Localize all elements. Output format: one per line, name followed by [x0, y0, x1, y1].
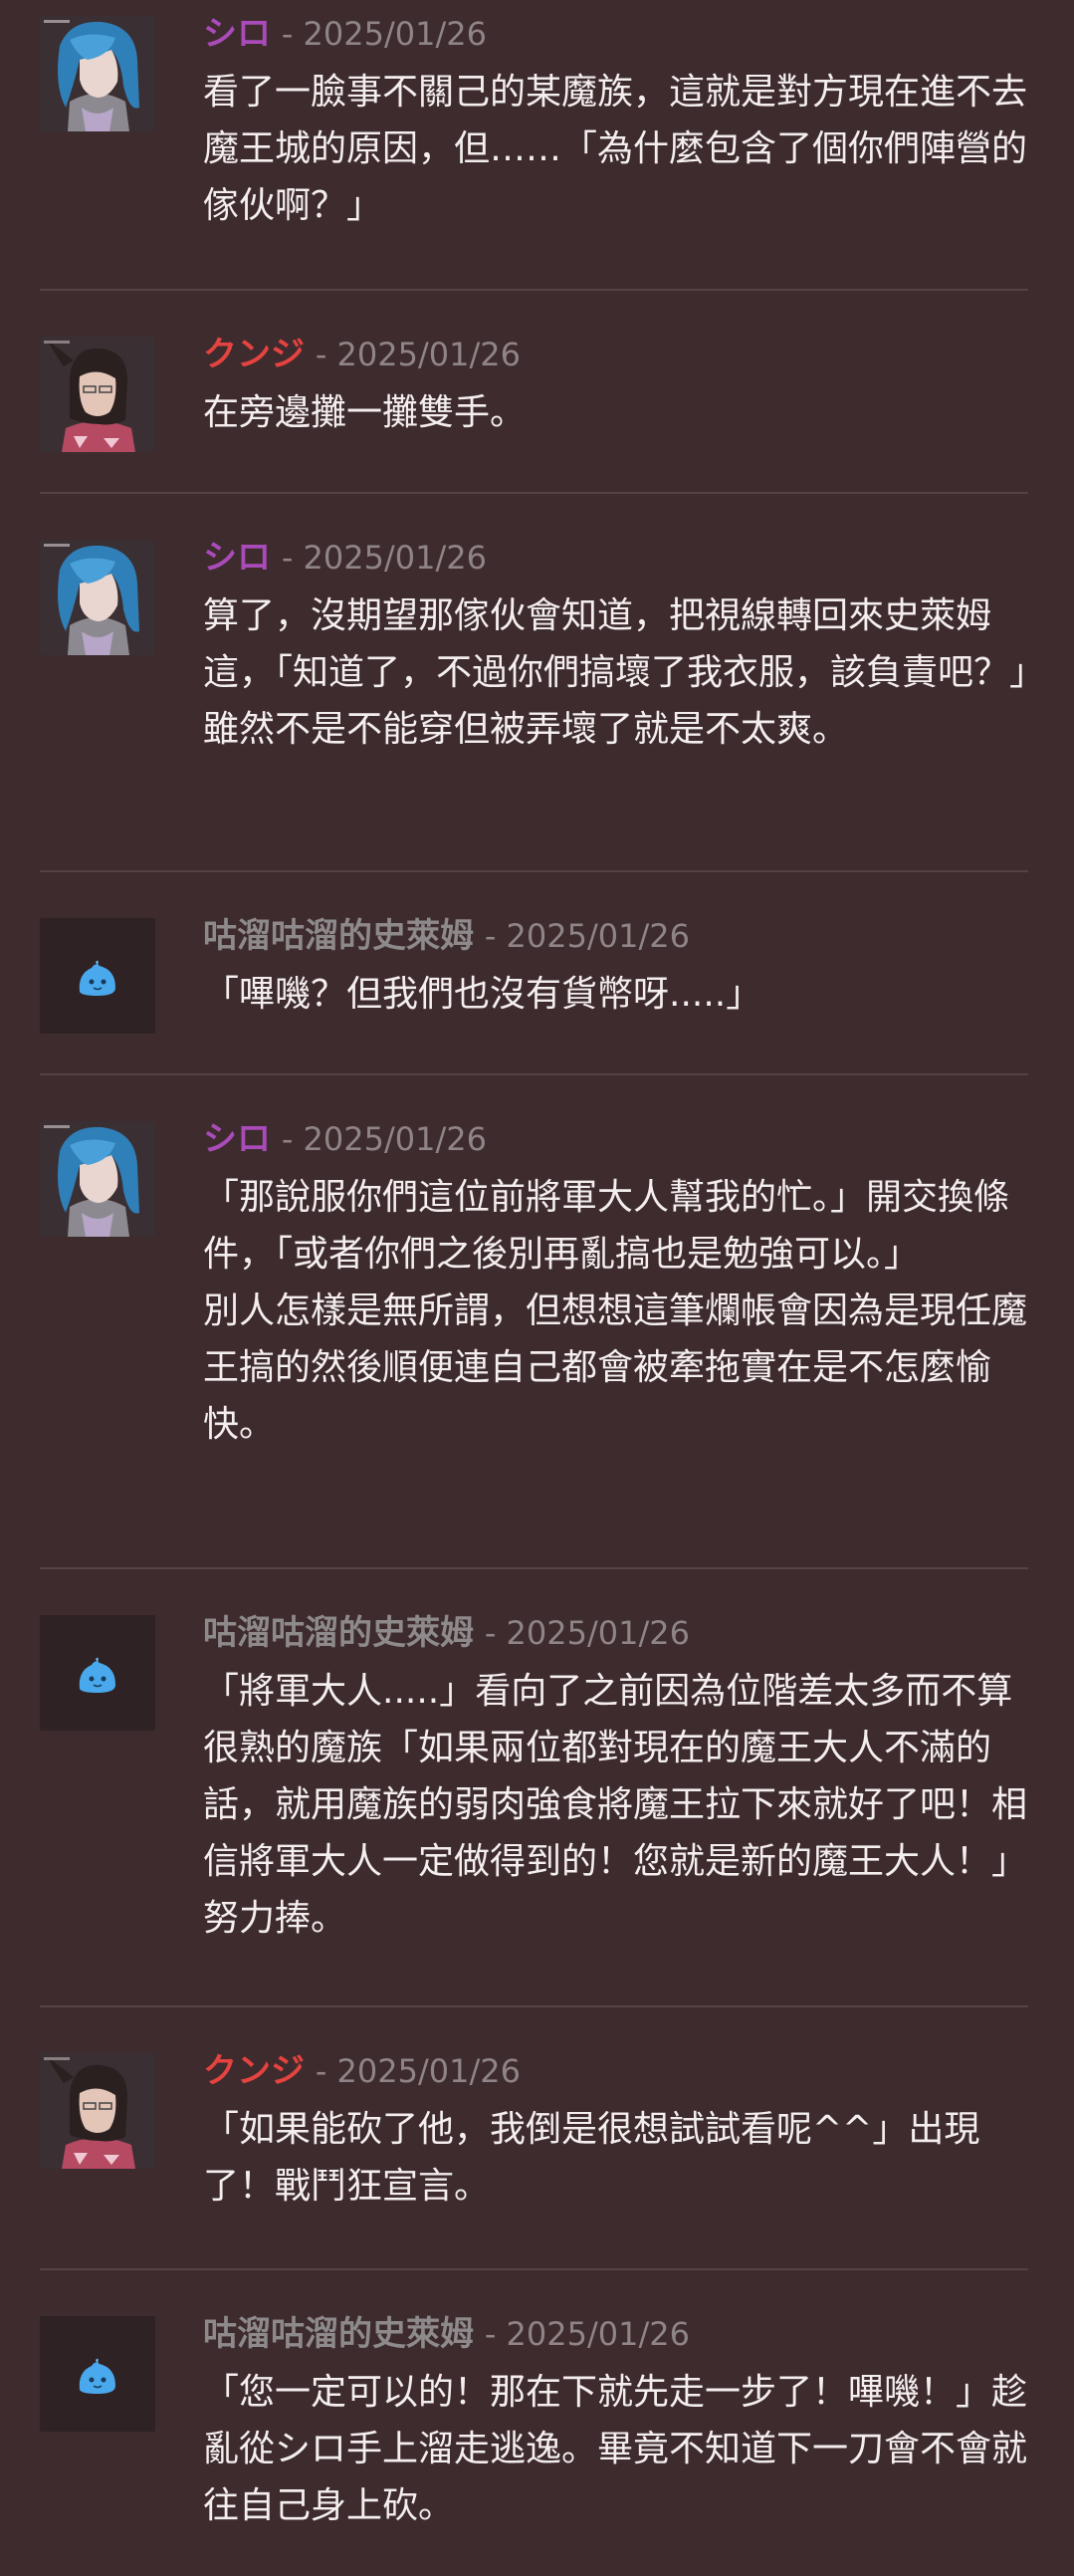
post-body: クンジ - 2025/01/26 在旁邊攤一攤雙手。	[203, 335, 1028, 441]
post-text: 「將軍大人.....」看向了之前因為位階差太多而不算很熟的魔族「如果兩位都對現在…	[203, 1663, 1028, 1947]
post-text: 看了一臉事不關己的某魔族，這就是對方現在進不去魔王城的原因，但……「為什麼包含了…	[203, 64, 1028, 234]
post-body: クンジ - 2025/01/26 「如果能砍了他，我倒是很想試試看呢^^」出現了…	[203, 2051, 1028, 2215]
slime-avatar-icon	[40, 1615, 155, 1731]
post-paragraph: 在旁邊攤一攤雙手。	[203, 392, 527, 433]
post-date: - 2025/01/26	[281, 1120, 487, 1158]
avatar[interactable]	[40, 16, 155, 131]
post-date: - 2025/01/26	[281, 15, 487, 53]
post-date: - 2025/01/26	[281, 539, 487, 577]
post: 咕溜咕溜的史萊姆 - 2025/01/26 「您一定可以的！那在下就先走一步了！…	[40, 2270, 1028, 2576]
post: シロ - 2025/01/26 算了，沒期望那傢伙會知道，把視線轉回來史萊姆這，…	[40, 494, 1046, 872]
post-date: - 2025/01/26	[484, 2315, 690, 2353]
post-body: シロ - 2025/01/26 算了，沒期望那傢伙會知道，把視線轉回來史萊姆這，…	[203, 538, 1046, 758]
post-date: - 2025/01/26	[484, 1614, 690, 1652]
post-meta: シロ - 2025/01/26	[203, 1119, 1028, 1159]
post-text: 「嗶嘰？但我們也沒有貨幣呀.....」	[203, 966, 1028, 1023]
author-name[interactable]: シロ	[203, 538, 271, 578]
avatar[interactable]	[40, 540, 155, 655]
post-text: 「您一定可以的！那在下就先走一步了！嗶嘰！」趁亂從シロ手上溜走逃逸。畢竟不知道下…	[203, 2364, 1028, 2534]
author-name[interactable]: シロ	[203, 1119, 271, 1159]
avatar[interactable]	[40, 1615, 155, 1731]
post-paragraph: 「那說服你們這位前將軍大人幫我的忙。」開交換條件，「或者你們之後別再亂搞也是勉強…	[203, 1177, 1010, 1275]
post-paragraph: 別人怎樣是無所謂，但想想這筆爛帳會因為是現任魔王搞的然後順便連自己都會被牽拖實在…	[203, 1290, 1028, 1445]
avatar[interactable]	[40, 918, 155, 1034]
post-body: 咕溜咕溜的史萊姆 - 2025/01/26 「嗶嘰？但我們也沒有貨幣呀.....…	[203, 916, 1028, 1023]
post-meta: シロ - 2025/01/26	[203, 14, 1028, 54]
post-paragraph: 雖然不是不能穿但被弄壞了就是不太爽。	[203, 709, 849, 750]
avatar[interactable]	[40, 337, 155, 452]
post-body: シロ - 2025/01/26 「那說服你們這位前將軍大人幫我的忙。」開交換條件…	[203, 1119, 1028, 1453]
avatar[interactable]	[40, 1121, 155, 1237]
post-paragraph: 算了，沒期望那傢伙會知道，把視線轉回來史萊姆這，「知道了，不過你們搞壞了我衣服，…	[203, 595, 1046, 693]
post: クンジ - 2025/01/26 在旁邊攤一攤雙手。	[40, 291, 1028, 494]
post-body: シロ - 2025/01/26 看了一臉事不關己的某魔族，這就是對方現在進不去魔…	[203, 14, 1028, 234]
post-text: 「那說服你們這位前將軍大人幫我的忙。」開交換條件，「或者你們之後別再亂搞也是勉強…	[203, 1169, 1028, 1453]
post-meta: クンジ - 2025/01/26	[203, 2051, 1028, 2091]
post-paragraph: 「嗶嘰？但我們也沒有貨幣呀.....」	[203, 974, 762, 1015]
post-date: - 2025/01/26	[484, 917, 690, 955]
blue-haired-character-avatar-icon	[40, 16, 155, 131]
author-name[interactable]: クンジ	[203, 335, 305, 374]
post-meta: 咕溜咕溜的史萊姆 - 2025/01/26	[203, 2314, 1028, 2354]
horned-character-avatar-icon	[40, 337, 155, 452]
post: 咕溜咕溜的史萊姆 - 2025/01/26 「嗶嘰？但我們也沒有貨幣呀.....…	[40, 872, 1028, 1075]
post-body: 咕溜咕溜的史萊姆 - 2025/01/26 「將軍大人.....」看向了之前因為…	[203, 1613, 1028, 1947]
avatar[interactable]	[40, 2053, 155, 2169]
post-paragraph: 「將軍大人.....」看向了之前因為位階差太多而不算很熟的魔族「如果兩位都對現在…	[203, 1671, 1028, 1939]
post-paragraph: 「如果能砍了他，我倒是很想試試看呢^^」出現了！戰鬥狂宣言。	[203, 2109, 980, 2207]
author-name[interactable]: クンジ	[203, 2051, 305, 2091]
post-meta: クンジ - 2025/01/26	[203, 335, 1028, 374]
blue-haired-character-avatar-icon	[40, 540, 155, 655]
post: シロ - 2025/01/26 「那說服你們這位前將軍大人幫我的忙。」開交換條件…	[40, 1075, 1028, 1569]
post-date: - 2025/01/26	[315, 2052, 521, 2090]
author-name[interactable]: 咕溜咕溜的史萊姆	[203, 1613, 474, 1653]
comment-thread: シロ - 2025/01/26 看了一臉事不關己的某魔族，這就是對方現在進不去魔…	[0, 0, 1074, 2576]
author-name[interactable]: シロ	[203, 14, 271, 54]
author-name[interactable]: 咕溜咕溜的史萊姆	[203, 916, 474, 956]
horned-character-avatar-icon	[40, 2053, 155, 2169]
post-body: 咕溜咕溜的史萊姆 - 2025/01/26 「您一定可以的！那在下就先走一步了！…	[203, 2314, 1028, 2534]
slime-avatar-icon	[40, 918, 155, 1034]
author-name[interactable]: 咕溜咕溜的史萊姆	[203, 2314, 474, 2354]
post-text: 在旁邊攤一攤雙手。	[203, 384, 1028, 441]
post-paragraph: 看了一臉事不關己的某魔族，這就是對方現在進不去魔王城的原因，但……「為什麼包含了…	[203, 72, 1028, 226]
post: シロ - 2025/01/26 看了一臉事不關己的某魔族，這就是對方現在進不去魔…	[40, 0, 1028, 291]
post-text: 算了，沒期望那傢伙會知道，把視線轉回來史萊姆這，「知道了，不過你們搞壞了我衣服，…	[203, 587, 1046, 758]
blue-haired-character-avatar-icon	[40, 1121, 155, 1237]
post-date: - 2025/01/26	[315, 336, 521, 373]
post-paragraph: 「您一定可以的！那在下就先走一步了！嗶嘰！」趁亂從シロ手上溜走逃逸。畢竟不知道下…	[203, 2372, 1028, 2526]
post: 咕溜咕溜的史萊姆 - 2025/01/26 「將軍大人.....」看向了之前因為…	[40, 1569, 1028, 2007]
post: クンジ - 2025/01/26 「如果能砍了他，我倒是很想試試看呢^^」出現了…	[40, 2007, 1028, 2270]
slime-avatar-icon	[40, 2316, 155, 2432]
post-meta: 咕溜咕溜的史萊姆 - 2025/01/26	[203, 1613, 1028, 1653]
avatar[interactable]	[40, 2316, 155, 2432]
post-text: 「如果能砍了他，我倒是很想試試看呢^^」出現了！戰鬥狂宣言。	[203, 2101, 1028, 2215]
post-meta: 咕溜咕溜的史萊姆 - 2025/01/26	[203, 916, 1028, 956]
post-meta: シロ - 2025/01/26	[203, 538, 1028, 578]
